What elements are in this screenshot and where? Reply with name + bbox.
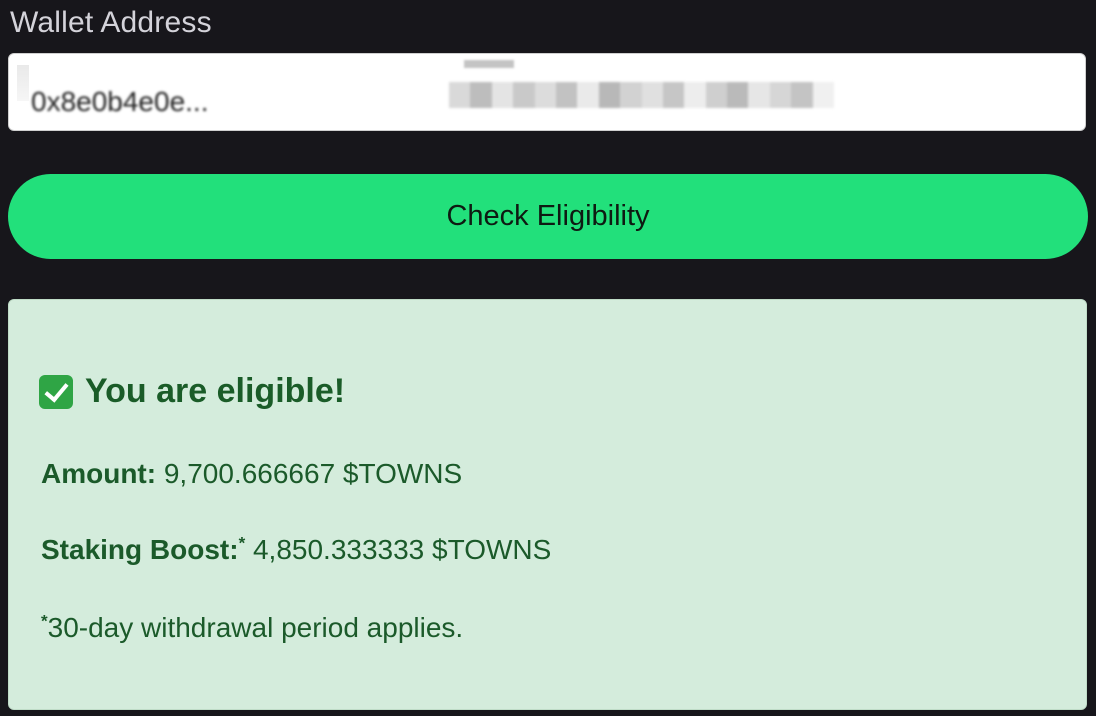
eligibility-result-panel: You are eligible! Amount: 9,700.666667 $… [8,299,1087,710]
staking-boost-value: 4,850.333333 $TOWNS [252,534,552,565]
wallet-address-label: Wallet Address [10,6,212,39]
eligibility-page: Wallet Address 0x8e0b4e0e... Check Eligi… [0,0,1096,716]
redaction-mark [464,60,514,68]
redaction-pixelation [449,82,835,108]
staking-boost-row: Staking Boost:* 4,850.333333 $TOWNS [41,534,551,566]
result-heading-text: You are eligible! [85,372,346,410]
boost-footnote-marker: * [238,533,246,553]
redaction-cursor [17,65,29,101]
note-footnote-marker: * [41,611,48,631]
result-heading: You are eligible! [39,372,345,411]
amount-row: Amount: 9,700.666667 $TOWNS [41,458,462,490]
wallet-address-value: 0x8e0b4e0e... [31,86,209,117]
amount-value: 9,700.666667 $TOWNS [163,458,463,489]
check-eligibility-button[interactable]: Check Eligibility [8,174,1088,259]
staking-boost-label: Staking Boost: [41,534,239,565]
wallet-address-input[interactable]: 0x8e0b4e0e... [8,53,1086,131]
withdrawal-note-text: 30-day withdrawal period applies. [47,612,464,643]
withdrawal-note: *30-day withdrawal period applies. [41,612,463,644]
checkmark-icon [39,374,73,409]
amount-label: Amount: [41,458,157,489]
